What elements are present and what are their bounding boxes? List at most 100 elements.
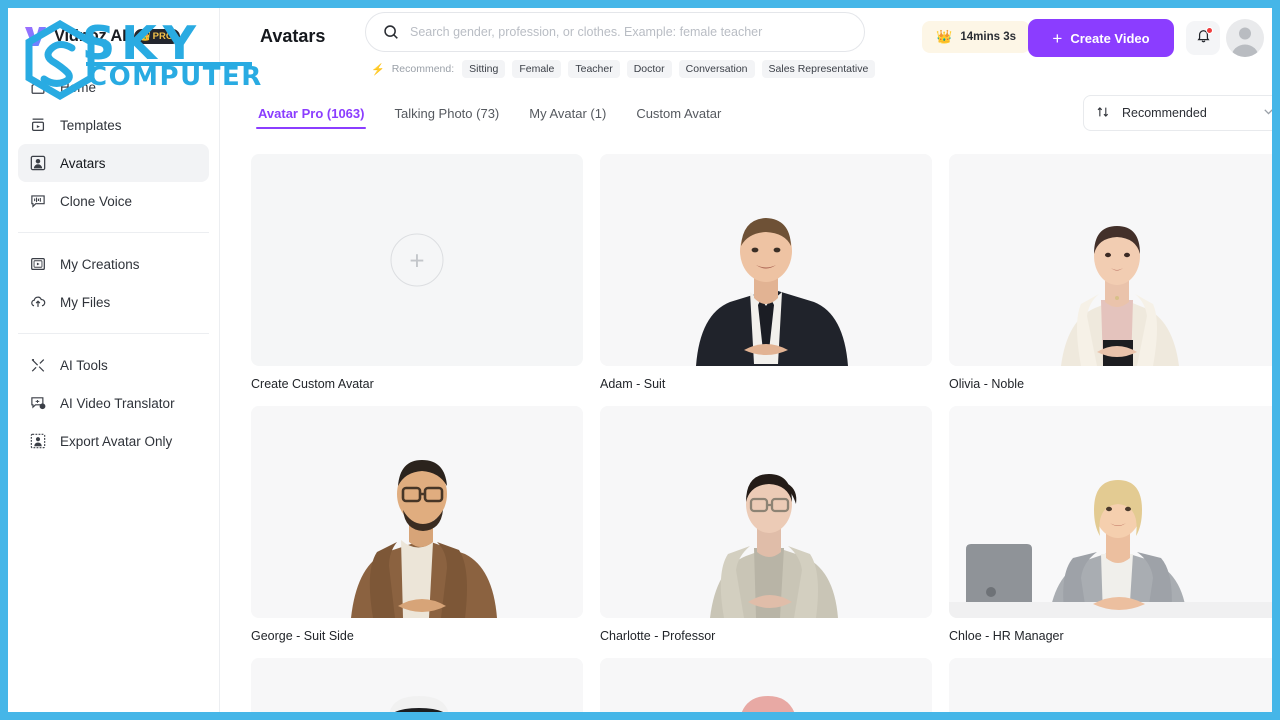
sidebar-group-tools: AI Tools AI Video Translator Export Avat…: [8, 342, 219, 464]
plus-icon: +: [1052, 28, 1063, 48]
crown-icon: 👑: [139, 30, 151, 41]
credits-text: 14mins 3s: [960, 31, 1016, 43]
recommend-tag-teacher[interactable]: Teacher: [568, 60, 620, 78]
tools-icon: [28, 355, 48, 375]
sidebar-item-my-files[interactable]: My Files: [18, 283, 209, 321]
user-avatar-icon: [1231, 27, 1259, 57]
avatar-card-charlotte-professor[interactable]: Charlotte - Professor: [600, 406, 932, 643]
sidebar-item-home[interactable]: Home: [18, 68, 209, 106]
sidebar-item-label: Clone Voice: [60, 193, 133, 209]
vidnoz-logo-icon: [22, 23, 48, 49]
brand-name: Vidnoz AI: [54, 26, 127, 45]
avatar-card-row3-2[interactable]: [600, 658, 932, 712]
chevron-down-icon: [1262, 105, 1272, 121]
plus-circle-icon: +: [390, 233, 444, 287]
woman-cream-blazer-art: [949, 154, 1272, 366]
sidebar-item-templates[interactable]: Templates: [18, 106, 209, 144]
search-area: ⚡ Recommend: Sitting Female Teacher Doct…: [365, 12, 876, 78]
sort-dropdown[interactable]: Recommended: [1083, 95, 1272, 131]
avatar-card-chloe-hr-manager[interactable]: Chloe - HR Manager: [949, 406, 1272, 643]
translate-icon: [28, 393, 48, 413]
recommend-tags-row: ⚡ Recommend: Sitting Female Teacher Doct…: [365, 60, 876, 78]
sidebar-divider: [18, 232, 209, 233]
card-label: Olivia - Noble: [949, 377, 1025, 391]
sidebar-item-clone-voice[interactable]: Clone Voice: [18, 182, 209, 220]
avatar-card-adam-suit[interactable]: Adam - Suit: [600, 154, 932, 391]
avatar-card-george-suit-side[interactable]: George - Suit Side: [251, 406, 583, 643]
avatar-grid[interactable]: + Create Custom Avatar Adam - Suit Olivi…: [220, 134, 1272, 712]
recommend-tag-sales-representative[interactable]: Sales Representative: [761, 60, 876, 78]
pro-badge[interactable]: 👑 PRO: [134, 28, 181, 44]
avatar-thumb[interactable]: [251, 406, 583, 618]
avatar-card-row3-1[interactable]: [251, 658, 583, 712]
user-avatar[interactable]: [1226, 19, 1264, 57]
avatar-grid-inner: + Create Custom Avatar Adam - Suit Olivi…: [220, 134, 1272, 712]
avatar-person-icon: [28, 153, 48, 173]
sidebar-item-label: Home: [60, 79, 97, 95]
vidnoz-app-window: Vidnoz AI 👑 PRO Home Templates Avatars C…: [8, 8, 1272, 712]
notifications-button[interactable]: [1186, 21, 1220, 55]
top-header: Avatars ⚡ Recommend: Sitting Female Teac…: [220, 8, 1272, 92]
voice-wave-icon: [28, 191, 48, 211]
tab-custom-avatar[interactable]: Custom Avatar: [634, 92, 723, 134]
create-video-label: Create Video: [1070, 30, 1150, 46]
sort-arrows-icon: [1096, 105, 1110, 122]
recommend-tag-doctor[interactable]: Doctor: [626, 60, 672, 78]
woman-pink-hijab-art: [600, 658, 932, 712]
crown-icon: 👑: [936, 29, 953, 44]
brand-logo[interactable]: Vidnoz AI 👑 PRO: [8, 8, 219, 64]
create-custom-avatar-card[interactable]: + Create Custom Avatar: [251, 154, 583, 391]
avatar-thumb[interactable]: [600, 406, 932, 618]
home-icon: [28, 77, 48, 97]
sidebar-item-ai-video-translator[interactable]: AI Video Translator: [18, 384, 209, 422]
sidebar-group-library: My Creations My Files: [8, 241, 219, 325]
avatar-thumb[interactable]: [949, 406, 1272, 618]
tab-my-avatar[interactable]: My Avatar (1): [527, 92, 608, 134]
cloud-upload-icon: [28, 292, 48, 312]
sidebar-item-label: Avatars: [60, 155, 106, 171]
sidebar-item-avatars[interactable]: Avatars: [18, 144, 209, 182]
templates-icon: [28, 115, 48, 135]
sidebar-item-export-avatar-only[interactable]: Export Avatar Only: [18, 422, 209, 460]
sidebar-item-label: Export Avatar Only: [60, 433, 173, 449]
create-video-button[interactable]: + Create Video: [1028, 19, 1174, 57]
card-label: Chloe - HR Manager: [949, 629, 1064, 643]
man-brown-suit-glasses-art: [251, 406, 583, 618]
sidebar-item-my-creations[interactable]: My Creations: [18, 245, 209, 283]
search-box[interactable]: [365, 12, 865, 52]
search-input[interactable]: [410, 25, 848, 39]
tabs-bar: Avatar Pro (1063) Talking Photo (73) My …: [220, 92, 1272, 134]
sidebar-item-label: AI Video Translator: [60, 395, 175, 411]
tab-talking-photo[interactable]: Talking Photo (73): [392, 92, 501, 134]
woman-blonde-grey-blazer-desk-art: [949, 406, 1272, 618]
avatar-card-row3-3[interactable]: [949, 658, 1272, 712]
card-label: Create Custom Avatar: [251, 377, 374, 391]
recommend-tag-sitting[interactable]: Sitting: [462, 60, 506, 78]
man-glasses-dark-hair-art: [949, 658, 1272, 712]
search-icon: [382, 23, 400, 41]
sort-value: Recommended: [1122, 106, 1207, 120]
avatar-thumb[interactable]: [600, 658, 932, 712]
tab-avatar-pro[interactable]: Avatar Pro (1063): [256, 92, 367, 134]
create-custom-avatar-thumb[interactable]: +: [251, 154, 583, 366]
recommend-tag-conversation[interactable]: Conversation: [678, 60, 755, 78]
recommend-tag-female[interactable]: Female: [512, 60, 562, 78]
sidebar-divider: [18, 333, 209, 334]
sidebar-item-label: My Creations: [60, 256, 140, 272]
avatar-thumb[interactable]: [600, 154, 932, 366]
avatar-thumb[interactable]: [949, 658, 1272, 712]
card-label: Adam - Suit: [600, 377, 666, 391]
sidebar-group-main: Home Templates Avatars Clone Voice: [8, 64, 219, 224]
tab-list: Avatar Pro (1063) Talking Photo (73) My …: [256, 92, 723, 134]
sidebar-item-label: My Files: [60, 294, 111, 310]
woman-grey-blazer-glasses-art: [600, 406, 932, 618]
avatar-thumb[interactable]: [949, 154, 1272, 366]
lightning-bolt-icon: ⚡: [371, 63, 385, 76]
notification-dot: [1206, 27, 1213, 34]
export-avatar-icon: [28, 431, 48, 451]
avatar-thumb[interactable]: [251, 658, 583, 712]
credits-badge[interactable]: 👑 14mins 3s: [922, 21, 1030, 53]
man-dark-suit-art: [600, 154, 932, 366]
avatar-card-olivia-noble[interactable]: Olivia - Noble: [949, 154, 1272, 391]
sidebar-item-ai-tools[interactable]: AI Tools: [18, 346, 209, 384]
